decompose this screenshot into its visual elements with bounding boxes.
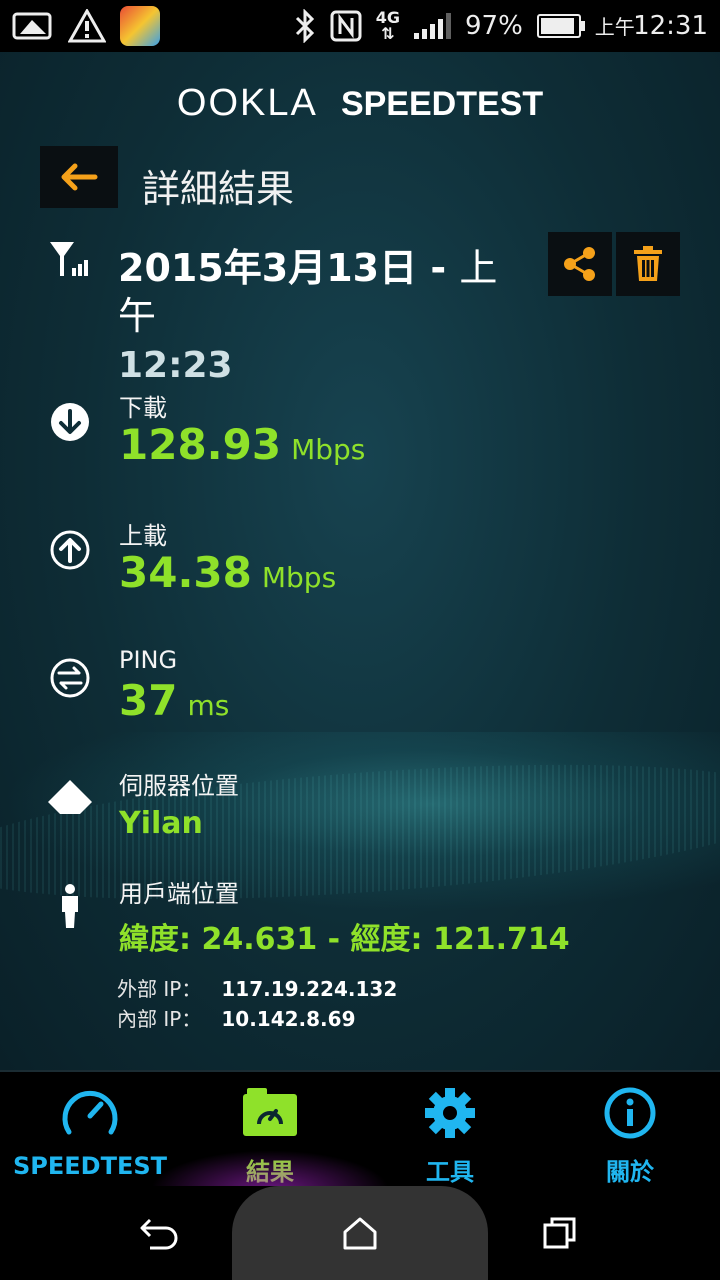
- status-bar: 4G ⇅ 97% 上午 12:31: [0, 0, 720, 52]
- download-speed: 128.93 Mbps: [119, 420, 365, 469]
- system-recents-button[interactable]: [542, 1216, 578, 1254]
- gear-icon: [425, 1088, 475, 1138]
- ping-arrows-icon: [50, 658, 90, 698]
- upload-arrow-icon: [50, 530, 90, 570]
- system-back-button[interactable]: [138, 1212, 182, 1256]
- info-icon: [604, 1087, 656, 1139]
- system-navigation-bar: [0, 1186, 720, 1280]
- test-time: 12:23: [118, 345, 233, 386]
- speedtest-logo-text: SPEEDTEST: [340, 85, 544, 123]
- page-title: 詳細結果: [142, 167, 295, 211]
- clock: 12:31: [633, 11, 708, 41]
- system-home-button[interactable]: [232, 1186, 488, 1280]
- upload-label: 上載: [119, 522, 167, 550]
- clock-ampm: 上午: [594, 15, 635, 39]
- datetime-separator: -: [430, 246, 447, 290]
- back-button[interactable]: [40, 146, 118, 208]
- server-location-icon: [48, 780, 92, 814]
- back-arrow-icon: [140, 1218, 178, 1250]
- delete-button[interactable]: [616, 232, 680, 296]
- test-date: 2015年3月13日: [118, 246, 418, 290]
- download-unit: Mbps: [291, 433, 366, 466]
- ping-value: 37: [119, 676, 178, 725]
- ping-label: PING: [119, 646, 178, 674]
- battery-icon: [536, 14, 585, 38]
- external-ip-row: 外部 IP： 117.19.224.132: [117, 974, 397, 1004]
- recents-icon: [543, 1217, 576, 1249]
- nfc-icon: [330, 10, 362, 42]
- signal-icon: [414, 13, 451, 39]
- speedometer-icon: [62, 1090, 118, 1135]
- share-button[interactable]: [548, 232, 612, 296]
- internal-ip-label: 內部 IP：: [117, 1007, 202, 1031]
- results-detail-screen: OOKLA SPEEDTEST 詳細結果 2015年3月13日 - 上午 12:…: [0, 52, 720, 1070]
- line-game-app-icon: [120, 6, 160, 46]
- external-ip-value: 117.19.224.132: [221, 977, 398, 1001]
- battery-percent: 97%: [465, 11, 523, 41]
- test-datetime: 2015年3月13日 - 上午 12:23: [118, 244, 528, 390]
- client-coordinates: 緯度: 24.631 - 經度: 121.714: [119, 922, 570, 957]
- client-label: 用戶端位置: [119, 880, 239, 908]
- nav-about-label: 關於: [606, 1158, 654, 1186]
- share-icon: [564, 247, 595, 281]
- arrow-left-icon: [61, 163, 98, 191]
- 4g-data-icon: 4G ⇅: [375, 8, 400, 43]
- upload-speed: 34.38 Mbps: [119, 548, 336, 597]
- upload-unit: Mbps: [261, 561, 337, 594]
- app-logo: OOKLA SPEEDTEST: [0, 82, 720, 125]
- server-label: 伺服器位置: [119, 772, 239, 800]
- warning-icon: [68, 9, 106, 43]
- server-value: Yilan: [119, 806, 203, 841]
- internal-ip-value: 10.142.8.69: [221, 1007, 356, 1031]
- ping-time: 37 ms: [119, 676, 229, 725]
- upload-value: 34.38: [119, 548, 252, 597]
- ookla-logo-text: OOKLA: [176, 82, 318, 124]
- home-icon: [343, 1217, 377, 1250]
- external-ip-label: 外部 IP：: [117, 977, 202, 1001]
- download-arrow-icon: [51, 403, 89, 441]
- image-icon: [12, 10, 54, 42]
- nav-about[interactable]: 關於: [540, 1072, 720, 1188]
- download-label: 下載: [119, 394, 167, 422]
- ip-addresses: 外部 IP： 117.19.224.132 內部 IP： 10.142.8.69: [117, 974, 397, 1034]
- internal-ip-row: 內部 IP： 10.142.8.69: [117, 1004, 397, 1034]
- results-folder-icon: [243, 1088, 297, 1136]
- active-tab-glow: [150, 1150, 390, 1190]
- download-value: 128.93: [119, 420, 282, 469]
- bluetooth-icon: [294, 9, 316, 43]
- ping-unit: ms: [187, 689, 230, 722]
- network-type-icon: [48, 238, 96, 284]
- person-icon: [62, 884, 78, 928]
- trash-icon: [634, 246, 662, 281]
